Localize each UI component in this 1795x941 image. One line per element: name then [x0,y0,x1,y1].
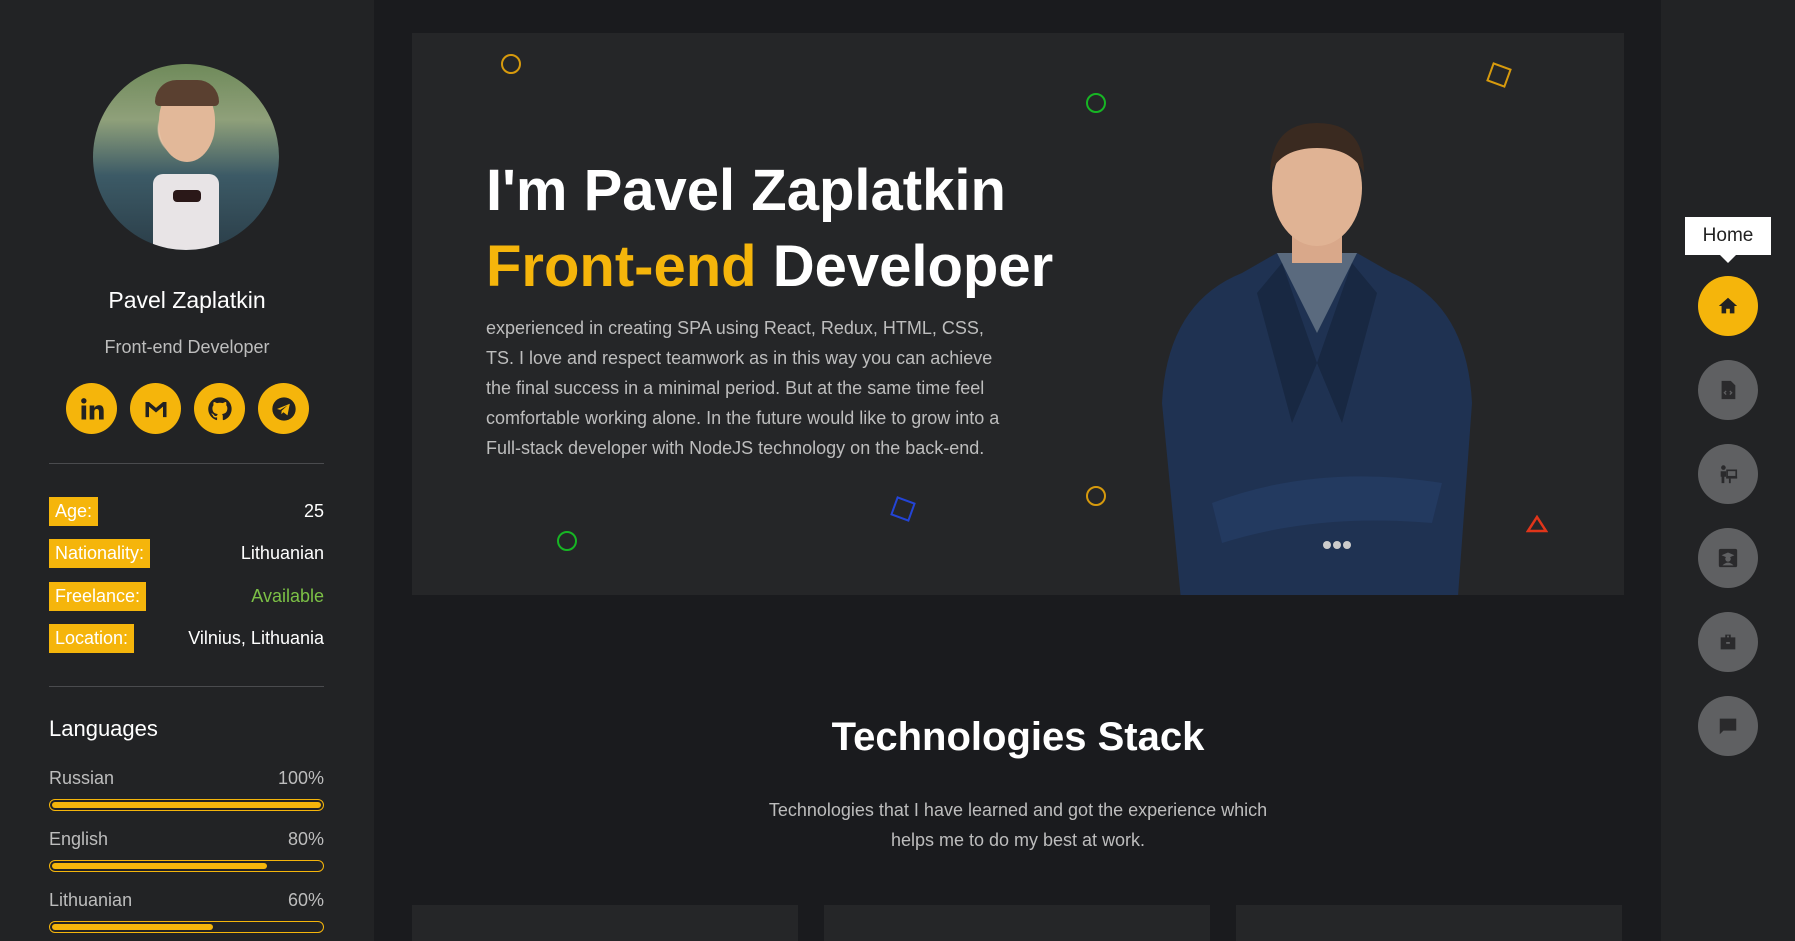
portrait-photo [1162,123,1472,595]
hero-description: experienced in creating SPA using React,… [486,318,1000,458]
hero-name-line: I'm Pavel Zaplatkin [486,158,1006,223]
nav-portfolio-button[interactable] [1698,444,1758,504]
language-progress-fill [52,924,214,930]
square-decoration [1486,62,1512,88]
nav-resume-button[interactable] [1698,360,1758,420]
language-percent: 60% [287,890,324,910]
nav-education-button[interactable] [1698,528,1758,588]
circle-decoration [1086,93,1106,113]
info-value: Available [251,585,324,606]
info-location: Location: Vilnius, Lithuania [49,623,324,653]
language-item: Russian 100% [49,768,324,811]
profile-role: Front-end Developer [104,337,270,357]
info-key: Nationality: [49,538,151,568]
info-freelance: Freelance: Available [49,581,324,611]
github-icon [207,396,232,420]
nav-experience-button[interactable] [1698,612,1758,672]
experience-icon [1720,634,1736,650]
tech-card [1236,905,1622,941]
info-key: Location: [49,623,135,653]
nav-home-button[interactable] [1698,276,1758,336]
telegram-icon [271,396,296,421]
linkedin-icon [80,397,104,419]
gmail-icon [145,401,166,417]
circle-decoration [501,54,521,74]
home-icon [1718,297,1738,314]
info-key: Freelance: [49,581,147,611]
language-progress-fill [52,802,321,808]
hero-heading: I'm Pavel Zaplatkin Front-end Developer [486,153,1053,305]
hero-role-rest: Developer [756,234,1054,299]
language-item: English 80% [49,829,324,872]
linkedin-link[interactable] [66,383,117,434]
education-icon [1718,548,1738,568]
profile-name: Pavel Zaplatkin [108,287,266,313]
info-value: Lithuanian [240,542,324,563]
square-decoration [890,496,916,522]
nav-contact-button[interactable] [1698,696,1758,756]
circle-decoration [557,531,577,551]
language-progress-bar [49,921,324,933]
portfolio-icon [1720,465,1738,484]
info-value: Vilnius, Lithuania [188,627,324,648]
language-name: English [49,829,109,849]
gmail-link[interactable] [130,383,181,434]
tech-card [412,905,798,941]
language-name: Russian [49,768,115,788]
nav-tooltip: Home [1685,217,1771,263]
hero-role-accent: Front-end [486,234,757,299]
info-age: Age: 25 [49,496,324,526]
language-progress-bar [49,860,324,872]
avatar [93,64,279,250]
info-nationality: Nationality: Lithuanian [49,538,324,568]
resume-icon [1721,380,1736,400]
contact-icon [1719,718,1737,735]
tech-card [824,905,1210,941]
language-progress-bar [49,799,324,811]
language-progress-fill [52,863,268,869]
hero-section: I'm Pavel Zaplatkin Front-end Developer … [412,33,1624,595]
section-title: Technologies Stack [831,715,1205,759]
languages-title: Languages [49,716,158,741]
language-name: Lithuanian [49,890,133,910]
divider [49,463,324,464]
language-percent: 80% [287,829,324,849]
info-key: Age: [49,496,99,526]
telegram-link[interactable] [258,383,309,434]
circle-decoration [1086,486,1106,506]
profile-sidebar: Pavel Zaplatkin Front-end Developer Age:… [0,0,374,941]
social-links [66,383,309,434]
info-value: 25 [303,500,324,521]
triangle-decoration [1526,515,1548,533]
language-percent: 100% [277,768,324,788]
divider [49,686,324,687]
section-subtitle: Technologies that I have learned and got… [768,800,1268,850]
github-link[interactable] [194,383,245,434]
page: Pavel Zaplatkin Front-end Developer Age:… [0,0,1795,941]
language-item: Lithuanian 60% [49,890,324,933]
